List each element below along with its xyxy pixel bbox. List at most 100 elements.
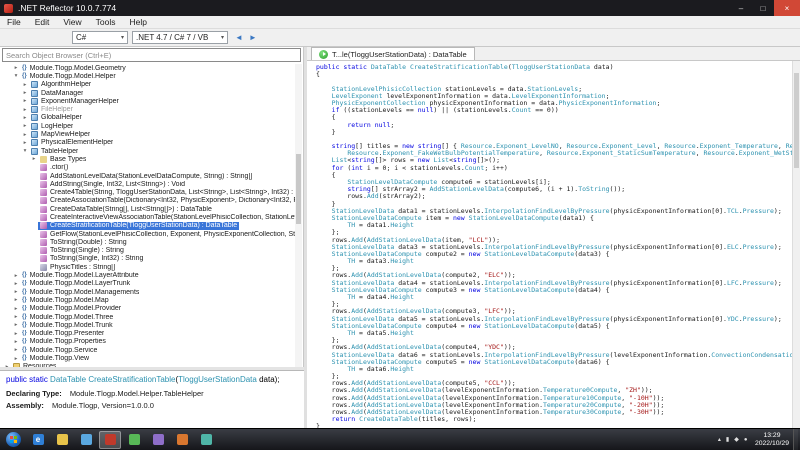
expand-toggle-icon[interactable]: ▸: [12, 273, 20, 279]
tree-item[interactable]: ▸{}Module.Tlogp.Model.Trunk: [0, 321, 297, 329]
code-panel: T...le(TloggUserStationData) : DataTable…: [307, 47, 800, 428]
expand-toggle-icon[interactable]: ▸: [12, 65, 20, 71]
clock[interactable]: 13:29 2022/10/29: [755, 432, 789, 447]
app-icon-green[interactable]: [123, 431, 145, 449]
reflector-taskbar-icon[interactable]: [99, 431, 121, 449]
tree-item[interactable]: ▸{}Module.Tlogp.Model.Provider: [0, 305, 297, 313]
code-view[interactable]: public static DataTable CreateStratifica…: [307, 61, 792, 428]
expand-toggle-icon[interactable]: ▸: [21, 123, 29, 129]
app-icon-teal[interactable]: [195, 431, 217, 449]
expand-toggle-icon[interactable]: ▸: [12, 314, 20, 320]
expand-toggle-icon[interactable]: ▸: [21, 140, 29, 146]
tree-item[interactable]: ▸ExponentManagerHelper: [0, 97, 297, 105]
close-button[interactable]: ×: [774, 0, 800, 16]
tree-scrollbar[interactable]: [295, 64, 302, 367]
expand-toggle-icon[interactable]: ▸: [12, 331, 20, 337]
tree-item[interactable]: ▸{}Module.Tlogp.Model.Managements: [0, 288, 297, 296]
expand-toggle-icon[interactable]: ▸: [12, 281, 20, 287]
tree-item[interactable]: ▸LogHelper: [0, 122, 297, 130]
forward-icon[interactable]: ►: [249, 33, 257, 42]
expand-toggle-icon[interactable]: ▸: [12, 339, 20, 345]
file-explorer-icon[interactable]: [51, 431, 73, 449]
app-icon-purple[interactable]: [147, 431, 169, 449]
network-icon[interactable]: ▮: [726, 436, 729, 443]
framework-dropdown[interactable]: .NET 4.7 / C# 7 / VB ▾: [132, 31, 228, 44]
app-icon-orange[interactable]: [171, 431, 193, 449]
tree-item[interactable]: CreateStratificationTable(TloggUserStati…: [0, 222, 297, 230]
tree-item[interactable]: AddString(Single, Int32, List<String>) :…: [0, 180, 297, 188]
menu-view[interactable]: View: [56, 17, 88, 27]
tree-item[interactable]: ▸{}Module.Tlogp.View: [0, 354, 297, 362]
app-icon-blue[interactable]: [75, 431, 97, 449]
tree-item[interactable]: ToString(Double) : String: [0, 238, 297, 246]
minimize-button[interactable]: –: [730, 0, 752, 16]
expand-toggle-icon[interactable]: ▸: [21, 98, 29, 104]
tree-item[interactable]: CreateDataTable(String[], List<String[]>…: [0, 205, 297, 213]
expand-toggle-icon[interactable]: ▸: [12, 356, 20, 362]
tree-item[interactable]: ▸FileHelper: [0, 105, 297, 113]
menu-help[interactable]: Help: [122, 17, 153, 27]
tree-item[interactable]: GetFlow(StationLevelPhisicCollection, Ex…: [0, 230, 297, 238]
expand-toggle-icon[interactable]: ▸: [12, 306, 20, 312]
member-signature: public static DataTable CreateStratifica…: [6, 375, 298, 384]
back-icon[interactable]: ◄: [235, 33, 243, 42]
expand-toggle-icon[interactable]: ▸: [12, 322, 20, 328]
code-line: public static DataTable CreateStratifica…: [316, 64, 792, 71]
menu-file[interactable]: File: [0, 17, 28, 27]
tree-item[interactable]: ▸{}Module.Tlogp.Presenter: [0, 330, 297, 338]
expand-toggle-icon[interactable]: ▸: [21, 115, 29, 121]
tree-item[interactable]: ToString(Single, Int32) : String: [0, 255, 297, 263]
method-icon: [40, 189, 47, 196]
tree-item[interactable]: Create4Table(String, TloggUserStationDat…: [0, 188, 297, 196]
tree-item[interactable]: AddStationLevelData(StationLevelDataComp…: [0, 172, 297, 180]
tree-item[interactable]: ▸DataManager: [0, 89, 297, 97]
show-desktop-button[interactable]: [793, 429, 798, 450]
expand-toggle-icon[interactable]: ▸: [30, 156, 38, 162]
tree-item[interactable]: ▸{}Module.Tlogp.Properties: [0, 338, 297, 346]
expand-toggle-icon[interactable]: ▸: [12, 347, 20, 353]
tree-item[interactable]: ▾TableHelper: [0, 147, 297, 155]
expand-toggle-icon[interactable]: ▾: [12, 73, 20, 79]
tree-item[interactable]: ▸GlobalHelper: [0, 114, 297, 122]
expand-toggle-icon[interactable]: ▸: [21, 90, 29, 96]
tree-item[interactable]: ▾{}Module.Tlogp.Model.Helper: [0, 72, 297, 80]
internet-explorer-icon[interactable]: e: [27, 431, 49, 449]
battery-icon[interactable]: ●: [744, 437, 748, 443]
tree-item-label: AddStationLevelData(StationLevelDataComp…: [50, 173, 252, 180]
start-button[interactable]: [0, 429, 26, 450]
search-input[interactable]: [2, 48, 301, 62]
menu-edit[interactable]: Edit: [28, 17, 57, 27]
tree-item[interactable]: ▸Base Types: [0, 155, 297, 163]
expand-toggle-icon[interactable]: ▸: [12, 289, 20, 295]
tree-item[interactable]: ▸{}Module.Tlogp.Model.LayerTrunk: [0, 280, 297, 288]
hidden-icons-icon[interactable]: ▴: [718, 436, 721, 443]
maximize-button[interactable]: □: [752, 0, 774, 16]
namespace-icon: {}: [22, 297, 27, 304]
tree-item[interactable]: ▸{}Module.Tlogp.Service: [0, 346, 297, 354]
expand-toggle-icon[interactable]: ▸: [21, 132, 29, 138]
tree-item[interactable]: ▸{}Module.Tlogp.Model.Geometry: [0, 64, 297, 72]
tree-item[interactable]: CreateInteractiveViewAssociationTable(St…: [0, 213, 297, 221]
scrollbar-thumb[interactable]: [794, 73, 799, 168]
tree-item[interactable]: CreateAssociationTable(Dictionary<Int32,…: [0, 197, 297, 205]
tree-item[interactable]: ▸{}Module.Tlogp.Model.LayerAttribute: [0, 271, 297, 279]
menu-tools[interactable]: Tools: [89, 17, 123, 27]
tree-item[interactable]: ▸PhysicalElementHelper: [0, 139, 297, 147]
expand-toggle-icon[interactable]: ▸: [21, 82, 29, 88]
tree-item[interactable]: .ctor(): [0, 164, 297, 172]
code-scrollbar[interactable]: [792, 61, 800, 428]
tree-item[interactable]: ▸MapViewHelper: [0, 130, 297, 138]
tree-item[interactable]: ▸AlgorithmHelper: [0, 81, 297, 89]
scrollbar-thumb[interactable]: [296, 154, 301, 224]
tree-item[interactable]: ToString(Single) : String: [0, 247, 297, 255]
tree-item[interactable]: ▸{}Module.Tlogp.Model.Map: [0, 296, 297, 304]
expand-toggle-icon[interactable]: ▾: [21, 148, 29, 154]
expand-toggle-icon[interactable]: ▸: [12, 297, 20, 303]
code-tab[interactable]: T...le(TloggUserStationData) : DataTable: [311, 47, 475, 60]
volume-icon[interactable]: ◆: [734, 436, 739, 443]
tree-item[interactable]: ▸{}Module.Tlogp.Model.Three: [0, 313, 297, 321]
tree-item[interactable]: PhysicTitles : String[]: [0, 263, 297, 271]
language-dropdown[interactable]: C# ▾: [72, 31, 128, 44]
expand-toggle-icon[interactable]: ▸: [21, 107, 29, 113]
window-title: .NET Reflector 10.0.7.774: [18, 3, 116, 13]
